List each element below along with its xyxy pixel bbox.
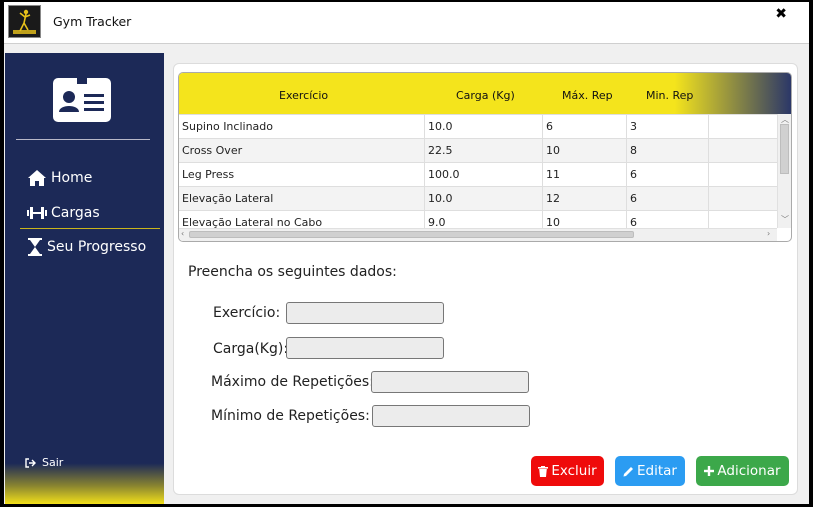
add-button[interactable]: Adicionar: [696, 456, 789, 486]
sidebar-item-label: Cargas: [51, 205, 100, 221]
app-logo: [8, 5, 41, 38]
table-row[interactable]: Elevação Lateral no Cabo 9.0 10 6: [179, 210, 777, 229]
cell-max-rep: 12: [546, 192, 560, 205]
edit-button[interactable]: Editar: [615, 456, 685, 486]
table-row[interactable]: Leg Press 100.0 11 6: [179, 162, 777, 187]
delete-label: Excluir: [551, 463, 597, 479]
exercicio-label: Exercício:: [213, 305, 281, 321]
hourglass-icon: [28, 238, 42, 256]
min-rep-label: Mínimo de Repetições:: [211, 408, 370, 424]
app-window: Gym Tracker ✖ Home Cargas Seu Progresso …: [4, 2, 809, 504]
cell-carga: 10.0: [428, 192, 453, 205]
edit-label: Editar: [637, 463, 677, 479]
cell-carga: 10.0: [428, 120, 453, 133]
sidebar-item-cargas[interactable]: Cargas: [27, 202, 100, 224]
scrollbar-thumb[interactable]: [780, 124, 789, 174]
table-row[interactable]: Elevação Lateral 10.0 12 6: [179, 186, 777, 211]
carga-field[interactable]: [286, 337, 444, 359]
cell-min-rep: 3: [630, 120, 637, 133]
window-title: Gym Tracker: [53, 14, 132, 29]
scrollbar-thumb[interactable]: [189, 231, 634, 238]
scroll-right-icon[interactable]: ›: [767, 229, 770, 238]
home-icon: [28, 170, 46, 186]
column-divider: [424, 114, 425, 228]
max-rep-field[interactable]: [371, 371, 529, 393]
scroll-left-icon[interactable]: ‹: [181, 229, 184, 238]
active-item-underline: [20, 228, 160, 229]
sidebar-item-progresso[interactable]: Seu Progresso: [27, 236, 146, 258]
cell-exercicio: Supino Inclinado: [182, 120, 273, 133]
cell-exercicio: Leg Press: [182, 168, 235, 181]
table-row[interactable]: Supino Inclinado 10.0 6 3: [179, 114, 777, 139]
sidebar-item-label: Home: [51, 170, 93, 186]
sign-out-icon: [25, 457, 36, 468]
exercise-table[interactable]: Exercício Carga (Kg) Máx. Rep Min. Rep S…: [178, 72, 792, 242]
cell-exercicio: Cross Over: [182, 144, 243, 157]
dumbbell-icon: [27, 207, 47, 219]
logout-button[interactable]: Sair: [25, 456, 63, 469]
content-panel: Exercício Carga (Kg) Máx. Rep Min. Rep S…: [173, 63, 798, 495]
cell-carga: 22.5: [428, 144, 453, 157]
pencil-icon: [623, 466, 634, 476]
column-header-exercicio[interactable]: Exercício: [279, 89, 328, 102]
max-rep-label: Máximo de Repetições:: [211, 374, 374, 390]
cell-min-rep: 6: [630, 192, 637, 205]
exercicio-field[interactable]: [286, 302, 444, 324]
column-header-min-rep[interactable]: Min. Rep: [646, 89, 693, 102]
table-header: Exercício Carga (Kg) Máx. Rep Min. Rep: [179, 73, 791, 114]
table-row[interactable]: Cross Over 22.5 10 8: [179, 138, 777, 163]
column-header-max-rep[interactable]: Máx. Rep: [562, 89, 613, 102]
sidebar-item-home[interactable]: Home: [27, 167, 92, 189]
sidebar: Home Cargas Seu Progresso Sair: [5, 53, 164, 504]
cell-max-rep: 11: [546, 168, 560, 181]
horizontal-scrollbar[interactable]: ‹ ›: [179, 228, 777, 241]
column-divider: [542, 114, 543, 228]
cell-min-rep: 8: [630, 144, 637, 157]
cell-exercicio: Elevação Lateral: [182, 192, 274, 205]
scroll-down-icon[interactable]: ﹀: [781, 214, 789, 225]
form-title: Preencha os seguintes dados:: [188, 264, 397, 280]
logout-label: Sair: [42, 456, 64, 469]
column-header-carga[interactable]: Carga (Kg): [456, 89, 515, 102]
add-label: Adicionar: [717, 463, 781, 479]
sidebar-divider: [16, 139, 150, 140]
sidebar-item-label: Seu Progresso: [47, 239, 147, 255]
plus-icon: [704, 466, 715, 476]
cell-max-rep: 10: [546, 144, 560, 157]
column-divider: [626, 114, 627, 228]
cell-min-rep: 6: [630, 168, 637, 181]
cell-max-rep: 6: [546, 120, 553, 133]
cell-carga: 100.0: [428, 168, 460, 181]
id-card-icon: [53, 78, 111, 126]
title-bar: Gym Tracker ✖: [4, 2, 809, 44]
column-divider: [708, 114, 709, 228]
delete-button[interactable]: Excluir: [531, 456, 604, 486]
min-rep-field[interactable]: [372, 405, 530, 427]
vertical-scrollbar[interactable]: ︿ ﹀: [777, 114, 791, 228]
carga-label: Carga(Kg):: [213, 341, 289, 357]
close-icon[interactable]: ✖: [775, 6, 787, 22]
trash-icon: [538, 465, 549, 477]
